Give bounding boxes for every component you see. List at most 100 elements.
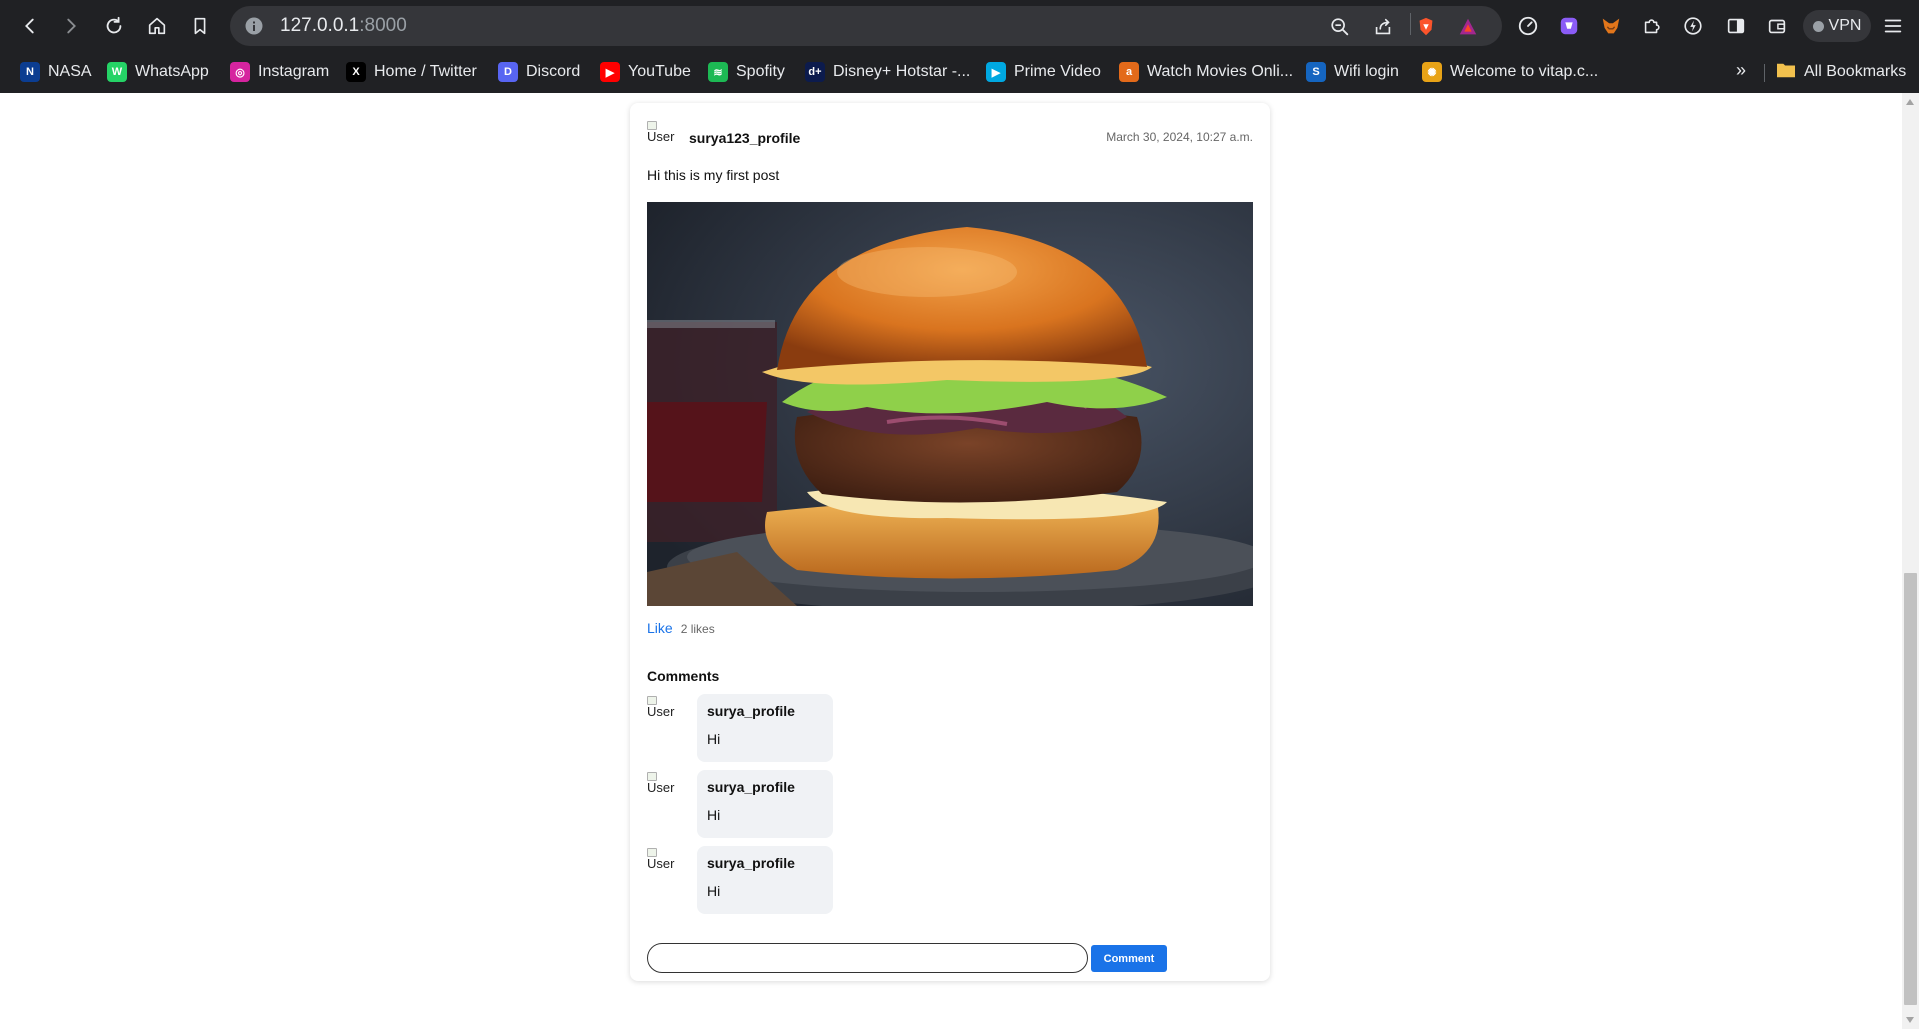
prime-video-icon: ▶: [986, 62, 1006, 82]
comment-bubble: surya_profile Hi: [697, 694, 833, 762]
youtube-icon: ▶: [600, 62, 620, 82]
bookmark-item[interactable]: ✺ Welcome to vitap.c...: [1422, 60, 1598, 84]
bookmark-item[interactable]: X Home / Twitter: [346, 60, 477, 84]
bookmark-item[interactable]: ◎ Instagram: [230, 60, 329, 84]
avatar-alt-text: User: [647, 129, 675, 144]
bookmarks-bar: N NASA W WhatsApp ◎ Instagram X Home / Twitt…: [0, 52, 1919, 93]
bookmark-item[interactable]: ▶ YouTube: [600, 60, 691, 84]
share-icon[interactable]: [1371, 15, 1395, 39]
bookmark-item[interactable]: S Wifi login: [1306, 60, 1399, 84]
reload-icon: [106, 16, 122, 34]
bookmark-label: Spofity: [736, 63, 785, 80]
bookmark-item[interactable]: ▶ Prime Video: [986, 60, 1101, 84]
address-bar-separator: [1410, 13, 1411, 35]
bookmark-label: WhatsApp: [135, 63, 209, 80]
page-scrollbar[interactable]: [1902, 93, 1919, 1029]
all-bookmarks-button[interactable]: All Bookmarks: [1776, 60, 1906, 84]
comment-avatar: User: [647, 848, 679, 878]
reload-button[interactable]: [100, 12, 128, 40]
back-button[interactable]: [16, 12, 44, 40]
comment-input[interactable]: [647, 943, 1088, 973]
forward-button[interactable]: [57, 12, 85, 40]
post-header: User surya123_profile March 30, 2024, 10…: [647, 121, 1253, 151]
bookmark-label: Wifi login: [1334, 63, 1399, 80]
address-bar[interactable]: 127.0.0.1:8000: [230, 6, 1502, 46]
folder-icon: [1776, 61, 1796, 84]
comment-username[interactable]: surya_profile: [707, 779, 795, 795]
vpn-status-icon: [1812, 20, 1824, 32]
extensions-puzzle-icon[interactable]: [1639, 13, 1665, 39]
comment-text: Hi: [707, 883, 721, 899]
home-button[interactable]: [143, 12, 171, 40]
bookmark-item[interactable]: D Discord: [498, 60, 580, 84]
bookmark-item[interactable]: a Watch Movies Onli...: [1119, 60, 1293, 84]
avatar-alt-text: User: [647, 780, 675, 795]
comment-avatar: User: [647, 772, 679, 802]
bookmark-label: Welcome to vitap.c...: [1450, 63, 1599, 80]
movies-icon: a: [1119, 62, 1139, 82]
bookmark-label: Watch Movies Onli...: [1147, 63, 1294, 80]
comment-item: User surya_profile Hi: [647, 846, 847, 914]
back-arrow-icon: [25, 18, 34, 34]
zoom-icon[interactable]: [1328, 15, 1352, 39]
metamask-icon[interactable]: [1598, 13, 1624, 39]
site-info-icon[interactable]: [244, 16, 264, 36]
vpn-label: VPN: [1828, 17, 1862, 34]
url-text[interactable]: 127.0.0.1:8000: [280, 16, 407, 36]
bookmark-label: Prime Video: [1014, 63, 1101, 80]
scroll-up-arrow-icon[interactable]: [1906, 99, 1914, 105]
comment-text: Hi: [707, 807, 721, 823]
bookmark-item[interactable]: N NASA: [20, 60, 92, 84]
more-bookmarks-button[interactable]: »: [1736, 60, 1746, 81]
comment-item: User surya_profile Hi: [647, 694, 847, 762]
avatar-alt-text: User: [647, 856, 675, 871]
vpn-button[interactable]: VPN: [1803, 10, 1871, 42]
wallet-icon[interactable]: [1764, 13, 1790, 39]
bookmark-label: NASA: [48, 63, 92, 80]
post-timestamp: March 30, 2024, 10:27 a.m.: [1106, 130, 1253, 144]
leo-ai-icon[interactable]: [1680, 13, 1706, 39]
discord-icon: D: [498, 62, 518, 82]
comment-avatar: User: [647, 696, 679, 726]
x-twitter-icon: X: [346, 62, 366, 82]
bookmark-button[interactable]: [186, 12, 214, 40]
bookmark-item[interactable]: W WhatsApp: [107, 60, 209, 84]
bookmark-label: Instagram: [258, 63, 330, 80]
vitap-icon: ✺: [1422, 62, 1442, 82]
purple-extension-icon[interactable]: [1556, 13, 1582, 39]
comment-item: User surya_profile Hi: [647, 770, 847, 838]
brave-shields-icon[interactable]: [1414, 15, 1438, 39]
comment-text: Hi: [707, 731, 721, 747]
whatsapp-icon: W: [107, 62, 127, 82]
avatar-alt-text: User: [647, 704, 675, 719]
comment-submit-button[interactable]: Comment: [1091, 945, 1167, 972]
comment-username[interactable]: surya_profile: [707, 855, 795, 871]
likes-count: 2 likes: [680, 622, 715, 636]
speed-extension-icon[interactable]: [1515, 13, 1541, 39]
broken-image-icon: [647, 772, 657, 781]
like-button[interactable]: Like: [647, 620, 673, 636]
page-viewport: User surya123_profile March 30, 2024, 10…: [0, 93, 1902, 1029]
bookmark-item[interactable]: ≋ Spofity: [708, 60, 785, 84]
url-port: :8000: [359, 15, 407, 36]
post-author-username[interactable]: surya123_profile: [689, 130, 800, 146]
bookmark-icon: [194, 17, 206, 35]
nasa-icon: N: [20, 62, 40, 82]
broken-image-icon: [647, 848, 657, 857]
sidebar-toggle-icon[interactable]: [1723, 13, 1749, 39]
comment-bubble: surya_profile Hi: [697, 846, 833, 914]
comment-username[interactable]: surya_profile: [707, 703, 795, 719]
forward-arrow-icon: [67, 18, 76, 34]
brave-rewards-icon[interactable]: [1456, 15, 1480, 39]
menu-icon[interactable]: [1880, 13, 1906, 39]
like-row: Like 2 likes: [647, 620, 715, 638]
scroll-down-arrow-icon[interactable]: [1906, 1017, 1914, 1023]
scrollbar-thumb[interactable]: [1904, 573, 1917, 1005]
spotify-icon: ≋: [708, 62, 728, 82]
bookmark-item[interactable]: d+ Disney+ Hotstar -...: [805, 60, 970, 84]
all-bookmarks-label: All Bookmarks: [1804, 63, 1907, 80]
burger-image: [647, 202, 1253, 606]
comment-bubble: surya_profile Hi: [697, 770, 833, 838]
post-author-avatar: User: [647, 121, 679, 151]
comments-heading: Comments: [647, 668, 720, 684]
